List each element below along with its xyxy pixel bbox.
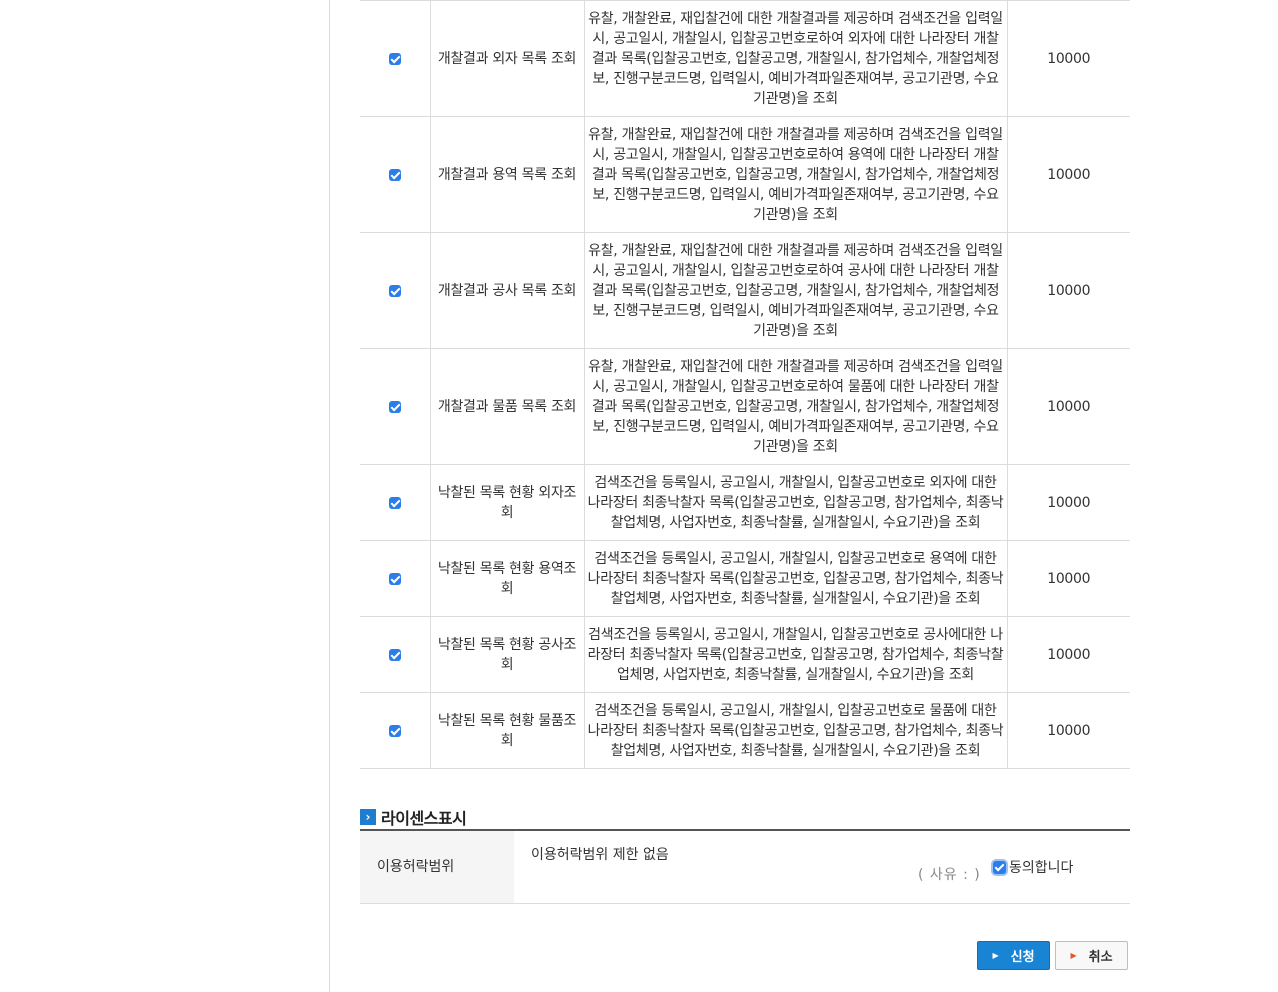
license-label: 이용허락범위 bbox=[360, 831, 514, 903]
operation-name: 낙찰된 목록 현황 용역조회 bbox=[430, 540, 585, 617]
row-select-cell bbox=[360, 348, 431, 465]
agree-checkbox[interactable] bbox=[993, 860, 1006, 874]
license-value: 이용허락범위 제한 없음 bbox=[531, 847, 669, 863]
operation-name: 낙찰된 목록 현황 물품조회 bbox=[430, 692, 585, 769]
row-checkbox[interactable] bbox=[388, 724, 401, 737]
arrow-right-icon: ▶ bbox=[992, 951, 999, 960]
row-select-cell bbox=[360, 464, 431, 541]
table-row: 개찰결과 용역 목록 조회 유찰, 개찰완료, 재입찰건에 대한 개찰결과를 제공… bbox=[360, 116, 1130, 233]
operation-description: 검색조건을 등록일시, 공고일시, 개찰일시, 입찰공고번호로 공사에대한 나라… bbox=[584, 616, 1008, 693]
traffic-limit: 10000 bbox=[1007, 348, 1130, 465]
operation-name: 개찰결과 공사 목록 조회 bbox=[430, 232, 585, 349]
operation-description: 유찰, 개찰완료, 재입찰건에 대한 개찰결과를 제공하며 검색조건을 입력일시… bbox=[584, 348, 1008, 465]
row-checkbox[interactable] bbox=[388, 52, 401, 65]
agree-checkbox-group[interactable]: 동의합니다 bbox=[993, 857, 1073, 877]
traffic-limit: 10000 bbox=[1007, 616, 1130, 693]
row-select-cell bbox=[360, 0, 431, 117]
traffic-limit: 10000 bbox=[1007, 116, 1130, 233]
operation-description: 유찰, 개찰완료, 재입찰건에 대한 개찰결과를 제공하며 검색조건을 입력일시… bbox=[584, 116, 1008, 233]
row-checkbox[interactable] bbox=[388, 496, 401, 509]
traffic-limit: 10000 bbox=[1007, 692, 1130, 769]
license-section-title: › 라이센스표시 bbox=[360, 806, 467, 828]
operation-name: 개찰결과 용역 목록 조회 bbox=[430, 116, 585, 233]
license-box: 이용허락범위 이용허락범위 제한 없음 ( 사유 : ) 동의합니다 bbox=[360, 829, 1130, 904]
traffic-limit: 10000 bbox=[1007, 232, 1130, 349]
row-select-cell bbox=[360, 540, 431, 617]
license-title: 라이센스표시 bbox=[381, 809, 467, 828]
traffic-limit: 10000 bbox=[1007, 0, 1130, 117]
traffic-limit: 10000 bbox=[1007, 464, 1130, 541]
row-select-cell bbox=[360, 232, 431, 349]
row-checkbox[interactable] bbox=[388, 400, 401, 413]
api-operation-table: 개찰결과 외자 목록 조회 유찰, 개찰완료, 재입찰건에 대한 개찰결과를 제공… bbox=[360, 0, 1130, 769]
main-content: 개찰결과 외자 목록 조회 유찰, 개찰완료, 재입찰건에 대한 개찰결과를 제공… bbox=[360, 0, 1130, 904]
row-checkbox[interactable] bbox=[388, 284, 401, 297]
sidebar-divider bbox=[329, 0, 330, 992]
table-row: 낙찰된 목록 현황 용역조회 검색조건을 등록일시, 공고일시, 개찰일시, 입찰… bbox=[360, 540, 1130, 617]
chevron-right-icon: › bbox=[360, 809, 376, 825]
operation-name: 개찰결과 물품 목록 조회 bbox=[430, 348, 585, 465]
operation-name: 개찰결과 외자 목록 조회 bbox=[430, 0, 585, 117]
table-row: 개찰결과 공사 목록 조회 유찰, 개찰완료, 재입찰건에 대한 개찰결과를 제공… bbox=[360, 232, 1130, 349]
operation-description: 검색조건을 등록일시, 공고일시, 개찰일시, 입찰공고번호로 용역에 대한 나… bbox=[584, 540, 1008, 617]
row-checkbox[interactable] bbox=[388, 168, 401, 181]
table-row: 개찰결과 외자 목록 조회 유찰, 개찰완료, 재입찰건에 대한 개찰결과를 제공… bbox=[360, 0, 1130, 117]
row-select-cell bbox=[360, 616, 431, 693]
operation-description: 유찰, 개찰완료, 재입찰건에 대한 개찰결과를 제공하며 검색조건을 입력일시… bbox=[584, 0, 1008, 117]
license-reason: ( 사유 : ) bbox=[918, 867, 981, 883]
row-checkbox[interactable] bbox=[388, 648, 401, 661]
row-select-cell bbox=[360, 116, 431, 233]
table-row: 개찰결과 물품 목록 조회 유찰, 개찰완료, 재입찰건에 대한 개찰결과를 제공… bbox=[360, 348, 1130, 465]
table-row: 낙찰된 목록 현황 물품조회 검색조건을 등록일시, 공고일시, 개찰일시, 입찰… bbox=[360, 692, 1130, 769]
operation-description: 검색조건을 등록일시, 공고일시, 개찰일시, 입찰공고번호로 외자에 대한 나… bbox=[584, 464, 1008, 541]
row-select-cell bbox=[360, 692, 431, 769]
operation-description: 검색조건을 등록일시, 공고일시, 개찰일시, 입찰공고번호로 물품에 대한 나… bbox=[584, 692, 1008, 769]
cancel-button-label: 취소 bbox=[1088, 950, 1113, 965]
apply-button[interactable]: ▶ 신청 bbox=[977, 941, 1050, 970]
cancel-button[interactable]: ▶ 취소 bbox=[1055, 941, 1128, 970]
operation-name: 낙찰된 목록 현황 공사조회 bbox=[430, 616, 585, 693]
arrow-right-icon: ▶ bbox=[1070, 951, 1077, 960]
operation-name: 낙찰된 목록 현황 외자조회 bbox=[430, 464, 585, 541]
apply-button-label: 신청 bbox=[1010, 950, 1035, 965]
table-row: 낙찰된 목록 현황 공사조회 검색조건을 등록일시, 공고일시, 개찰일시, 입찰… bbox=[360, 616, 1130, 693]
row-checkbox[interactable] bbox=[388, 572, 401, 585]
operation-description: 유찰, 개찰완료, 재입찰건에 대한 개찰결과를 제공하며 검색조건을 입력일시… bbox=[584, 232, 1008, 349]
traffic-limit: 10000 bbox=[1007, 540, 1130, 617]
table-row: 낙찰된 목록 현황 외자조회 검색조건을 등록일시, 공고일시, 개찰일시, 입찰… bbox=[360, 464, 1130, 541]
agree-label: 동의합니다 bbox=[1009, 860, 1074, 876]
